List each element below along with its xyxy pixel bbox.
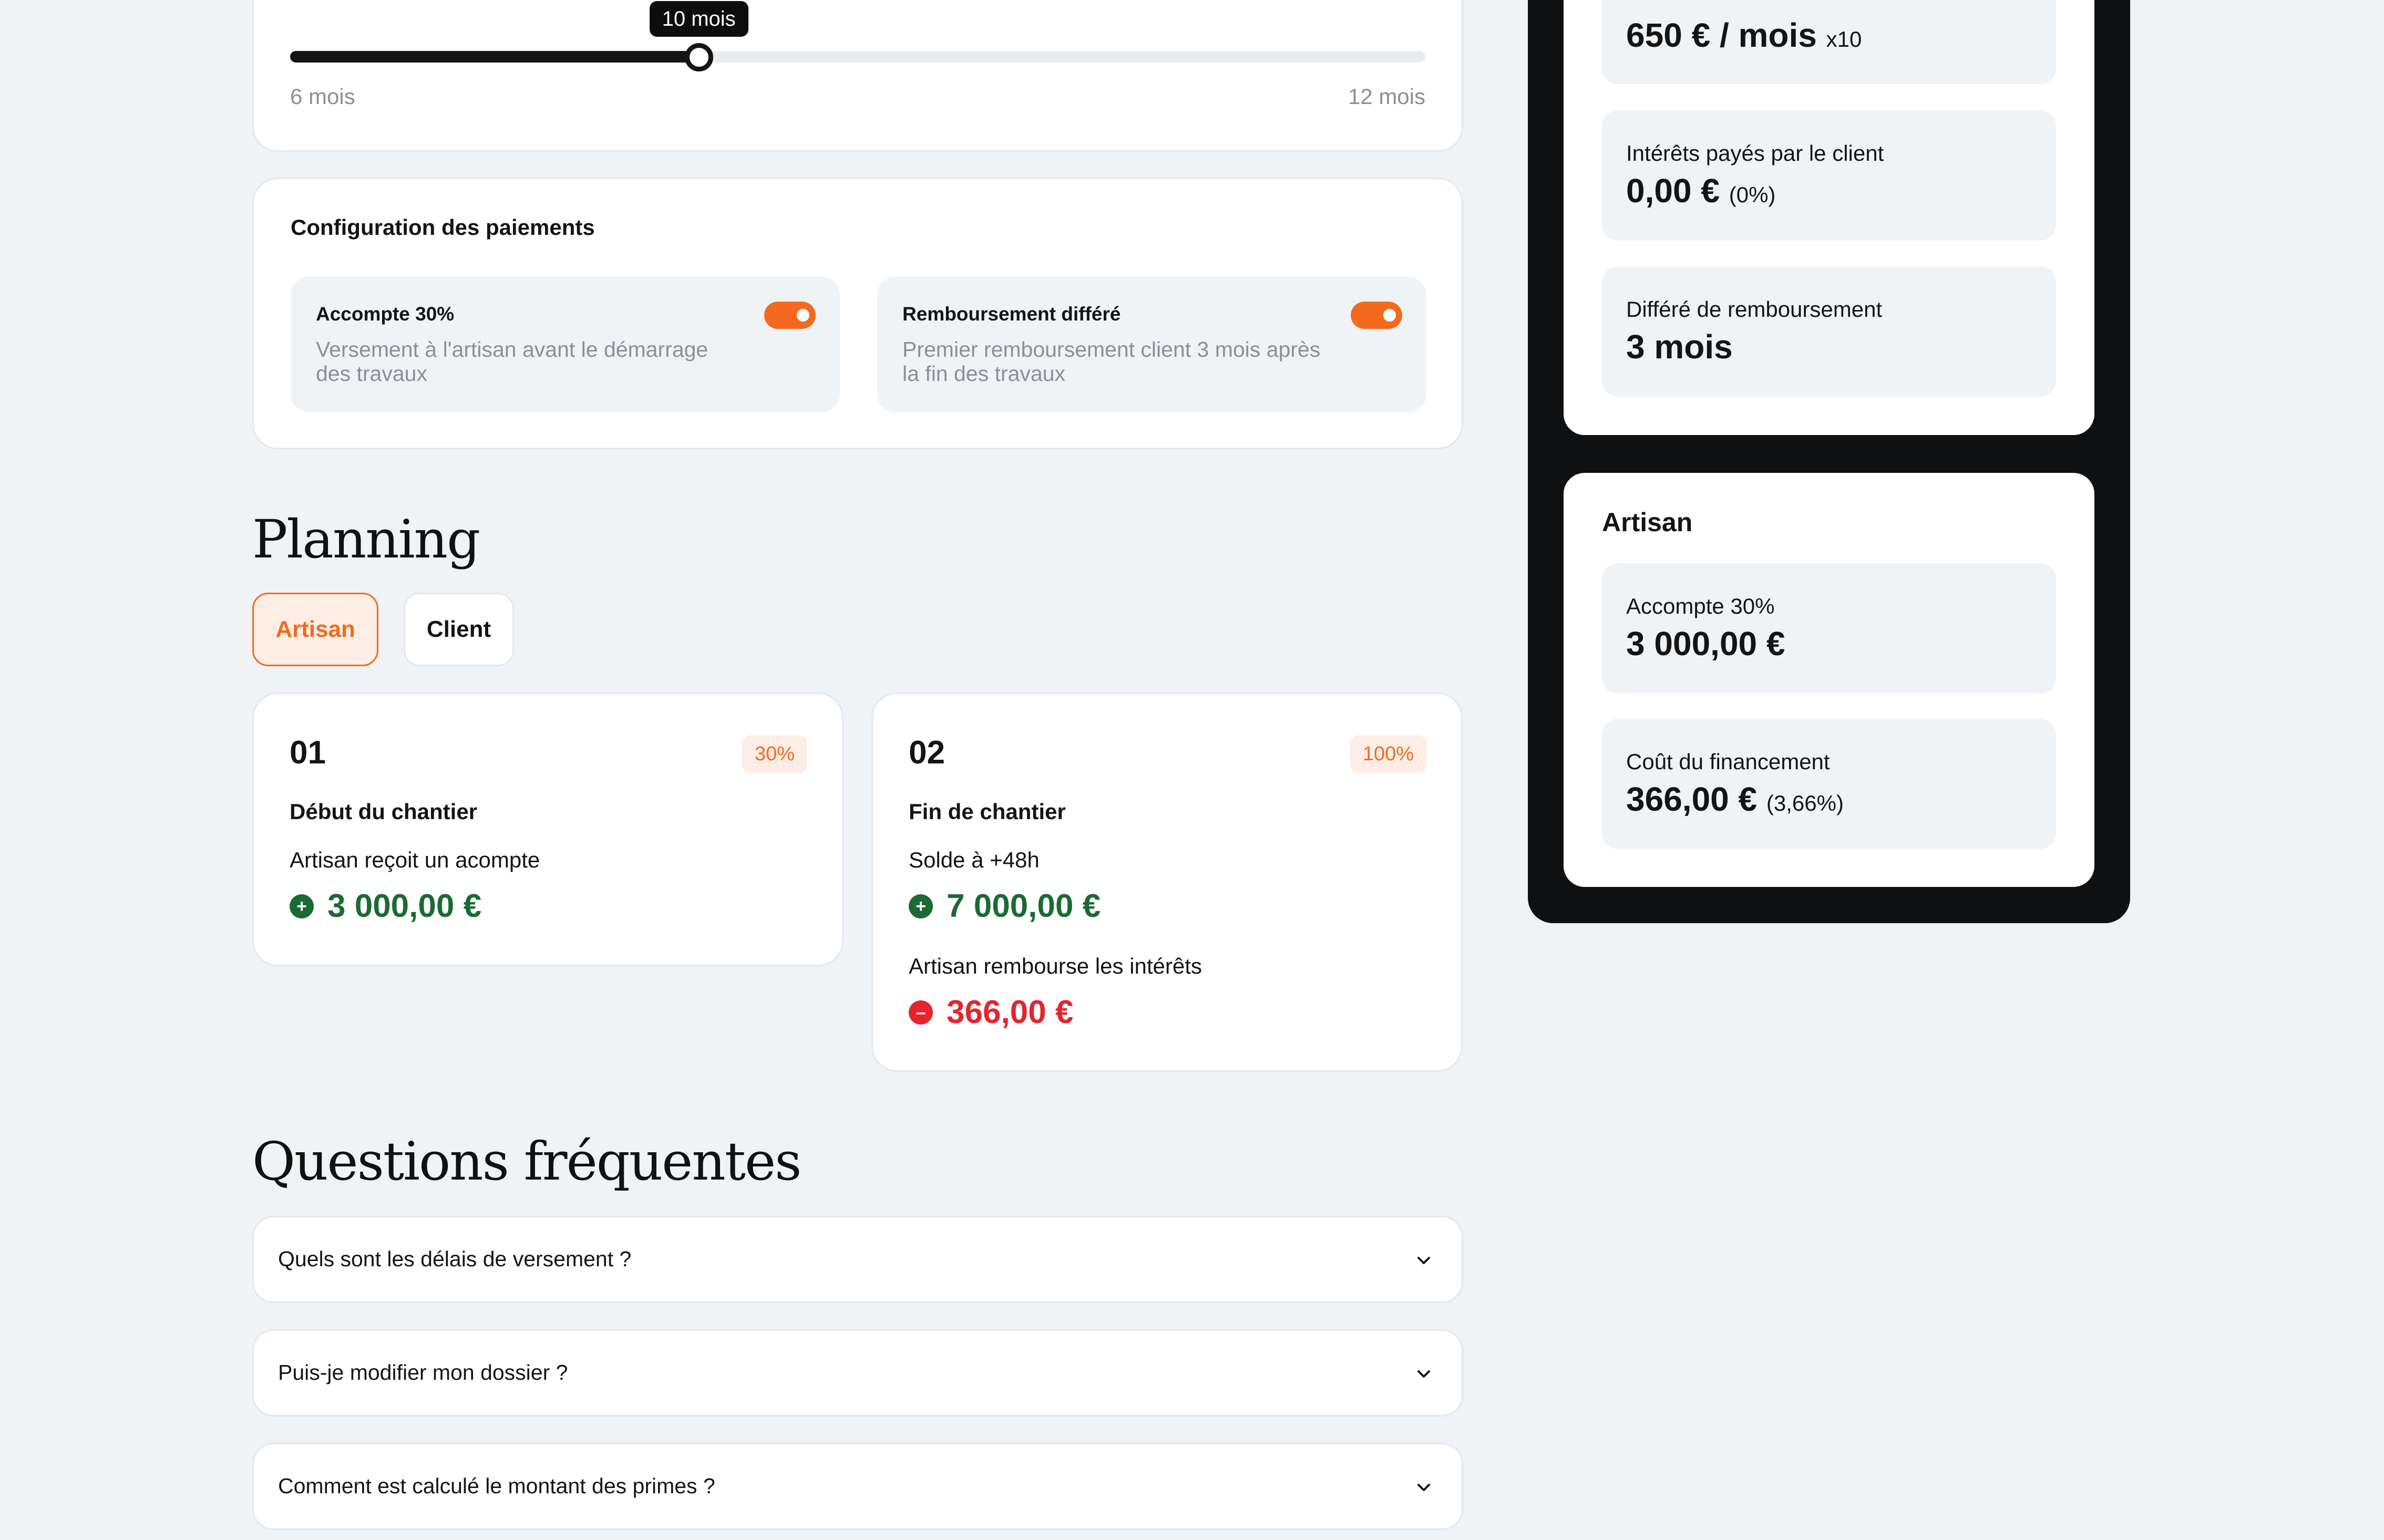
faq-item[interactable]: Comment est calculé le montant des prime… <box>252 1443 1463 1530</box>
stat-value-sub: (0%) <box>1729 182 1776 207</box>
stat-monthly-payment: 650 € / mois x10 <box>1602 0 2056 84</box>
stat-value-main: 3 mois <box>1626 328 1733 366</box>
chevron-down-icon[interactable] <box>1413 1477 1434 1498</box>
step-title: Fin de chantier <box>909 799 1066 824</box>
step-number: 02 <box>909 735 945 771</box>
step-title: Début du chantier <box>290 799 478 824</box>
step-entry-amount: – 366,00 € <box>909 994 1073 1031</box>
toggle-knob <box>1383 309 1396 322</box>
stat-client-interest: Intérêts payés par le client 0,00 € (0%) <box>1602 110 2056 241</box>
amount-value: 3 000,00 € <box>327 888 482 924</box>
minus-circle-icon: – <box>909 1000 933 1025</box>
planning-step-1: 01 30% Début du chantier Artisan reçoit … <box>252 693 844 966</box>
payment-config-title: Configuration des paiements <box>291 215 595 240</box>
faq-question: Puis-je modifier mon dossier ? <box>278 1360 568 1384</box>
planning-heading: Planning <box>252 509 480 570</box>
duration-slider-fill <box>290 51 699 63</box>
deposit-toggle[interactable] <box>764 302 816 329</box>
stat-label: Coût du financement <box>1626 749 1830 774</box>
duration-slider-track[interactable] <box>290 51 1425 63</box>
option-deposit-title: Accompte 30% <box>316 303 455 325</box>
stat-financing-cost: Coût du financement 366,00 € (3,66%) <box>1602 719 2056 849</box>
step-percent-badge: 100% <box>1350 735 1426 773</box>
faq-item[interactable]: Puis-je modifier mon dossier ? <box>252 1329 1463 1417</box>
step-entry-label: Solde à +48h <box>909 847 1040 872</box>
duration-slider-thumb[interactable] <box>684 43 713 71</box>
step-percent-badge: 30% <box>742 735 807 773</box>
stat-artisan-deposit: Accompte 30% 3 000,00 € <box>1602 563 2056 694</box>
duration-min-label: 6 mois <box>290 84 355 109</box>
tab-client[interactable]: Client <box>404 593 514 666</box>
duration-slider-card <box>252 0 1463 152</box>
step-entry-amount: + 3 000,00 € <box>290 887 481 925</box>
faq-question: Comment est calculé le montant des prime… <box>278 1474 715 1498</box>
stat-value-main: 3 000,00 € <box>1626 625 1785 663</box>
step-entry-label: Artisan rembourse les intérêts <box>909 954 1202 978</box>
step-number: 01 <box>290 735 326 771</box>
step-entry-amount: + 7 000,00 € <box>909 887 1101 925</box>
toggle-knob <box>797 309 809 322</box>
stat-value-main: 0,00 € <box>1626 172 1720 210</box>
option-deferred-description: Premier remboursement client 3 mois aprè… <box>902 337 1321 386</box>
stat-label: Différé de remboursement <box>1626 297 1883 322</box>
tab-artisan[interactable]: Artisan <box>252 593 378 666</box>
stat-value: 650 € / mois x10 <box>1626 16 1862 55</box>
faq-item[interactable]: Quels sont les délais de versement ? <box>252 1216 1463 1303</box>
stat-value: 3 mois <box>1626 327 1733 366</box>
chevron-down-icon[interactable] <box>1413 1363 1434 1384</box>
stat-label: Intérêts payés par le client <box>1626 141 1884 166</box>
stat-deferral: Différé de remboursement 3 mois <box>1602 266 2056 397</box>
duration-slider-tooltip: 10 mois <box>649 1 748 37</box>
option-deposit: Accompte 30% Versement à l'artisan avant… <box>291 277 840 412</box>
artisan-summary-title: Artisan <box>1602 508 1693 537</box>
stat-label: Accompte 30% <box>1626 594 1775 618</box>
chevron-down-icon[interactable] <box>1413 1250 1434 1271</box>
stat-value-sub: x10 <box>1826 27 1862 51</box>
step-entry-label: Artisan reçoit un acompte <box>290 847 540 872</box>
deferred-toggle[interactable] <box>1351 302 1402 329</box>
stat-value-sub: (3,66%) <box>1766 791 1844 815</box>
stat-value-main: 366,00 € <box>1626 780 1758 818</box>
stat-value-main: 650 € / mois <box>1626 16 1817 54</box>
option-deposit-description: Versement à l'artisan avant le démarrage… <box>316 337 708 386</box>
payment-config-card: Configuration des paiements Accompte 30%… <box>252 178 1463 449</box>
faq-question: Quels sont les délais de versement ? <box>278 1247 632 1271</box>
faq-heading: Questions fréquentes <box>252 1131 801 1192</box>
planning-step-2: 02 100% Fin de chantier Solde à +48h + 7… <box>871 693 1463 1072</box>
stat-value: 0,00 € (0%) <box>1626 171 1775 210</box>
option-deferred-title: Remboursement différé <box>902 303 1121 325</box>
plus-circle-icon: + <box>290 894 314 918</box>
plus-circle-icon: + <box>909 894 933 918</box>
duration-max-label: 12 mois <box>1348 84 1425 109</box>
stat-value: 366,00 € (3,66%) <box>1626 780 1844 819</box>
amount-value: 7 000,00 € <box>947 888 1101 924</box>
stat-value: 3 000,00 € <box>1626 624 1785 663</box>
amount-value: 366,00 € <box>947 994 1074 1030</box>
option-deferred: Remboursement différé Premier remboursem… <box>877 277 1426 412</box>
